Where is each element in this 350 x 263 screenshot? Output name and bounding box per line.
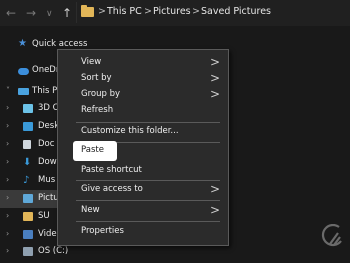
menu-item-paste[interactable]: Paste	[73, 141, 117, 161]
menu-item-label: View	[81, 57, 102, 67]
music-icon: ♪	[23, 175, 30, 186]
address-box[interactable]: > This PC > Pictures > Saved Pictures	[76, 2, 350, 23]
chevron-right-icon: >	[209, 55, 220, 69]
menu-item-label: Give access to	[81, 184, 143, 194]
menu-item-give-access[interactable]: Give access to >	[58, 182, 228, 198]
recent-locations-chevron-icon[interactable]: ∨	[46, 7, 53, 21]
menu-item-label: Refresh	[81, 105, 114, 115]
desktop-icon	[23, 122, 33, 131]
chevron-right-icon: >	[209, 71, 220, 85]
nav-item-label: 3D C	[38, 103, 59, 113]
menu-item-sort-by[interactable]: Sort by >	[58, 71, 228, 87]
chevron-right-icon[interactable]: ›	[6, 157, 9, 166]
chevron-right-icon[interactable]: ›	[6, 121, 9, 130]
menu-divider	[76, 200, 220, 201]
menu-item-label: Group by	[81, 89, 121, 99]
chevron-right-icon[interactable]: ›	[6, 139, 9, 148]
cloud-icon	[18, 68, 29, 75]
breadcrumb-this-pc[interactable]: This PC	[107, 6, 142, 18]
nav-item-label: Desk	[38, 121, 60, 131]
computer-icon	[18, 88, 29, 95]
up-arrow-icon[interactable]: ↑	[62, 6, 72, 20]
nav-item-label: This P	[32, 86, 58, 96]
chevron-right-icon[interactable]: ›	[6, 103, 9, 112]
folder-icon	[81, 5, 94, 17]
document-icon	[23, 140, 31, 149]
menu-item-group-by[interactable]: Group by >	[58, 87, 228, 103]
chevron-right-icon[interactable]: ›	[6, 175, 9, 184]
menu-divider	[76, 180, 220, 181]
video-icon	[23, 230, 33, 239]
cube-icon	[23, 104, 33, 113]
menu-item-view[interactable]: View >	[58, 55, 228, 71]
menu-item-paste-shortcut[interactable]: Paste shortcut	[58, 163, 228, 179]
breadcrumb-separator: >	[144, 6, 152, 17]
star-icon: ★	[18, 38, 27, 49]
menu-item-label: Properties	[81, 226, 124, 236]
breadcrumb-separator: >	[192, 6, 200, 17]
pictures-icon	[23, 194, 33, 203]
menu-item-customize-folder[interactable]: Customize this folder...	[58, 124, 228, 140]
chevron-down-icon[interactable]: ˅	[6, 86, 10, 95]
menu-item-label: Customize this folder...	[81, 126, 179, 136]
logo-watermark-icon	[321, 224, 342, 247]
chevron-right-icon[interactable]: ›	[6, 211, 9, 220]
menu-item-properties[interactable]: Properties	[58, 224, 228, 240]
menu-item-label: Paste shortcut	[81, 165, 142, 175]
menu-item-label: Sort by	[81, 73, 112, 83]
forward-arrow-icon[interactable]: →	[26, 6, 36, 20]
chevron-right-icon[interactable]: ›	[6, 246, 9, 255]
chevron-right-icon[interactable]: ›	[6, 193, 9, 202]
nav-item-label: OS (C:)	[38, 246, 69, 256]
menu-item-label: Paste	[81, 145, 104, 155]
menu-divider	[76, 122, 220, 123]
nav-item-label: SU	[38, 211, 50, 221]
nav-item-label: Dow	[38, 157, 57, 167]
address-bar: ← → ∨ ↑ > This PC > Pictures > Saved Pic…	[0, 0, 350, 26]
breadcrumb-pictures[interactable]: Pictures	[153, 6, 191, 18]
chevron-right-icon: >	[209, 182, 220, 196]
menu-item-new[interactable]: New >	[58, 203, 228, 219]
download-icon: ⬇	[23, 157, 32, 168]
menu-item-refresh[interactable]: Refresh	[58, 103, 228, 119]
nav-item-label: Doc	[38, 139, 55, 149]
nav-item-label: Vide	[38, 229, 57, 239]
menu-divider	[76, 221, 220, 222]
drive-icon	[23, 247, 33, 256]
breadcrumb-separator: >	[98, 6, 106, 17]
folder-icon	[23, 212, 33, 221]
nav-item-label: Pictu	[38, 193, 59, 203]
back-arrow-icon[interactable]: ←	[6, 6, 16, 20]
menu-item-label: New	[81, 205, 100, 215]
nav-item-label: Mus	[38, 175, 56, 185]
chevron-right-icon: >	[209, 203, 220, 217]
breadcrumb-saved-pictures[interactable]: Saved Pictures	[201, 6, 271, 18]
chevron-right-icon: >	[209, 87, 220, 101]
chevron-right-icon[interactable]: ›	[6, 229, 9, 238]
